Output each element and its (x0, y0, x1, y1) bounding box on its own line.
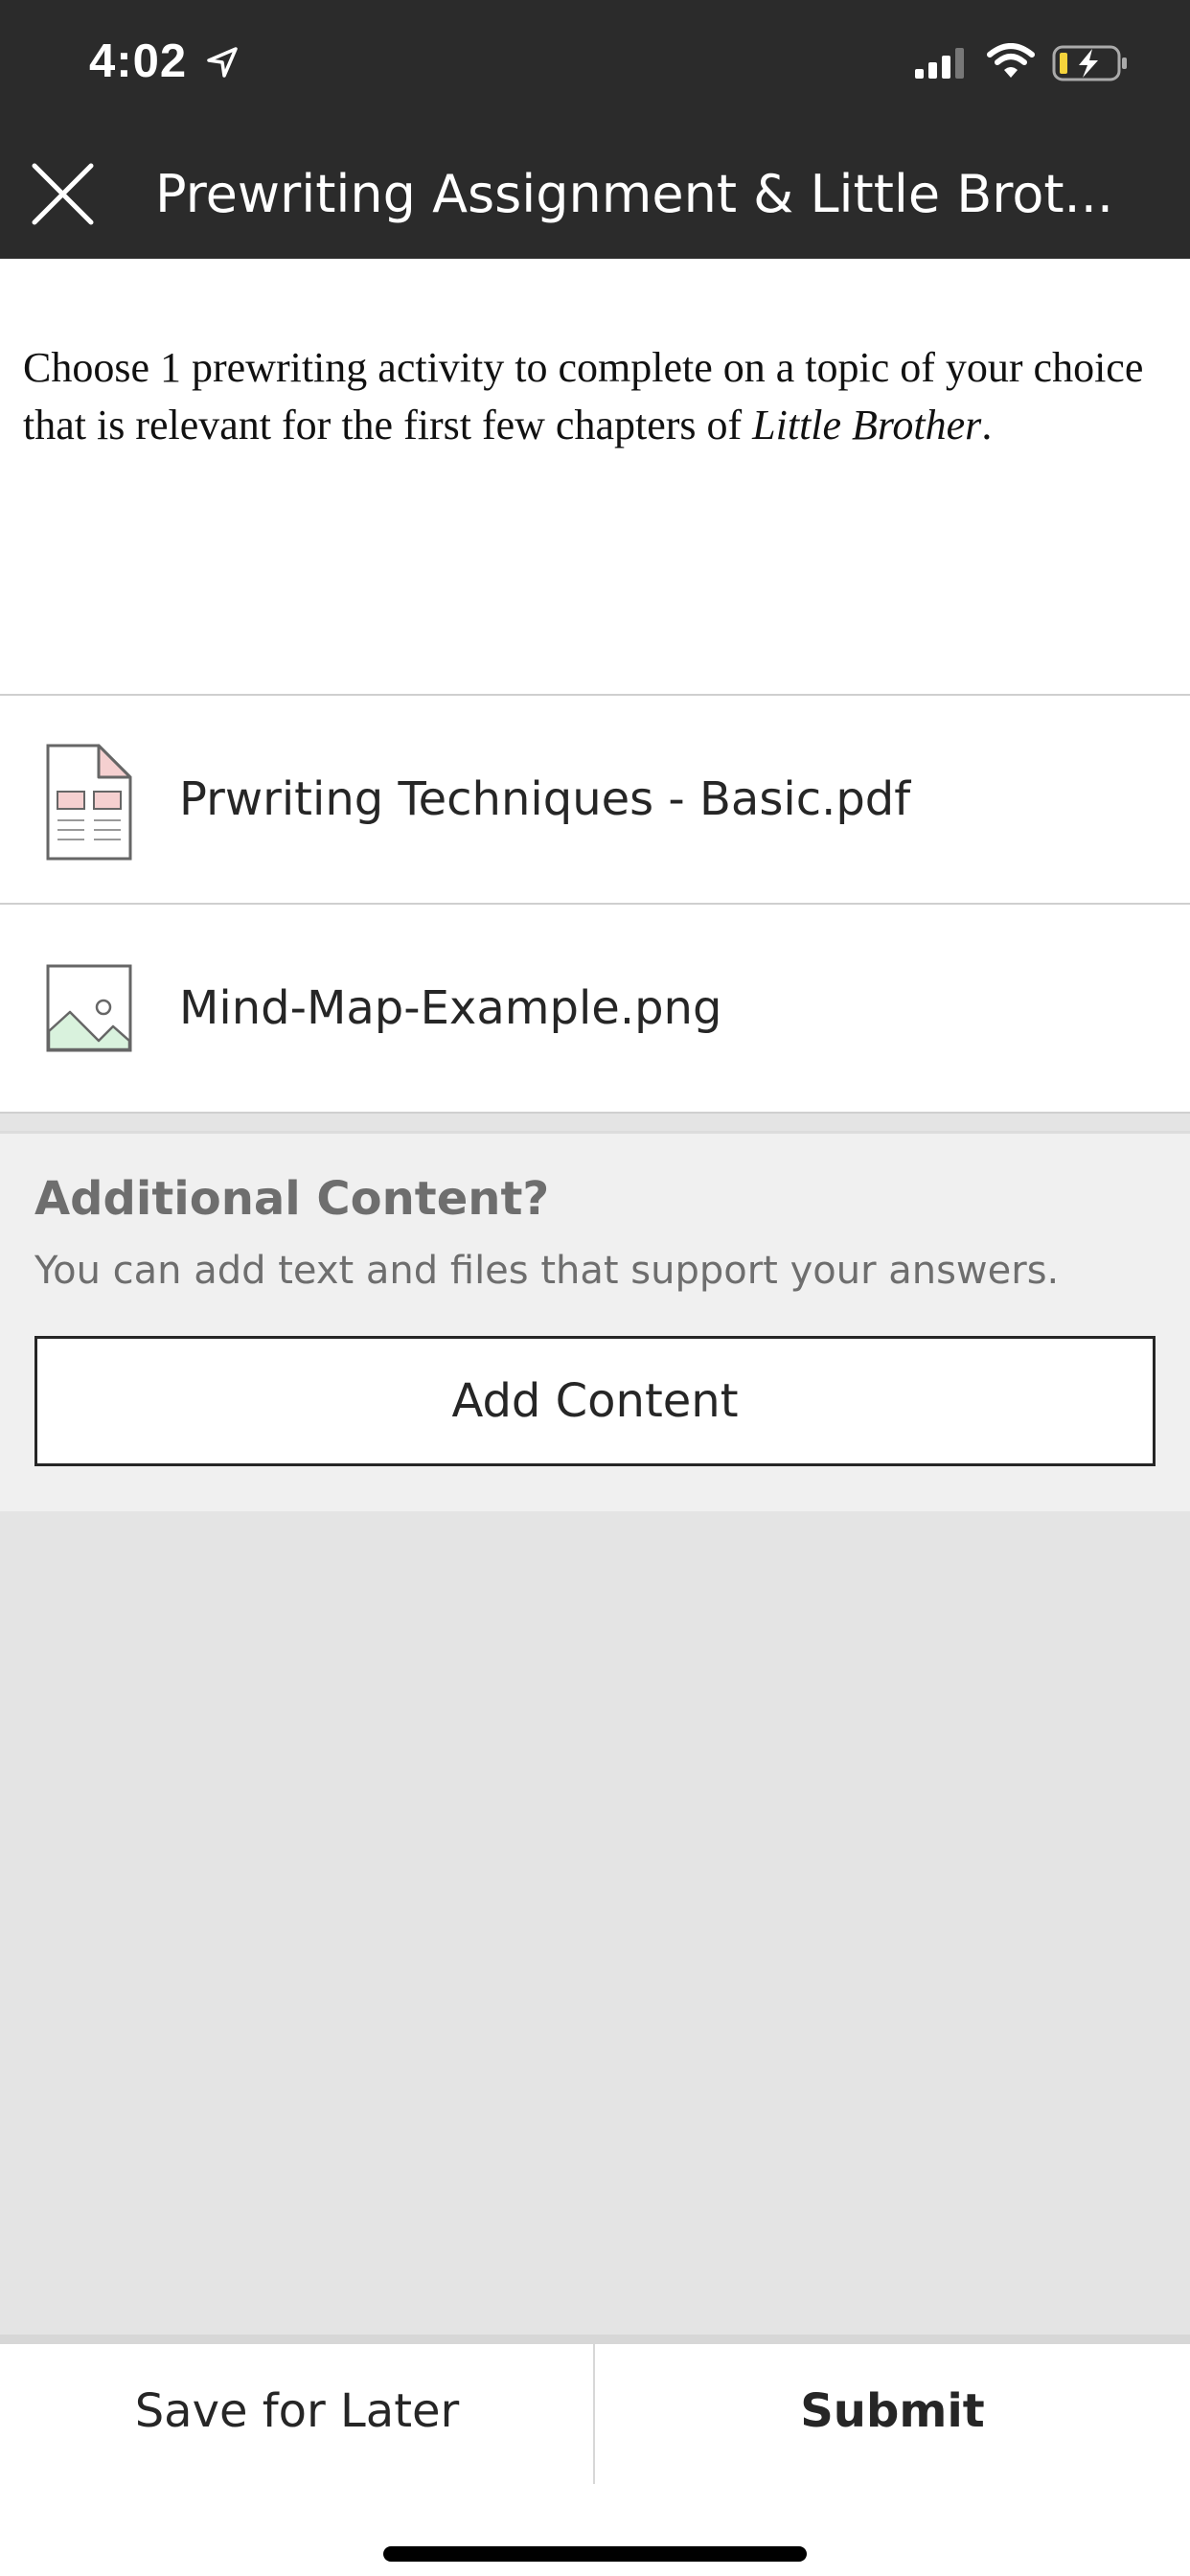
attachment-row-image[interactable]: Mind-Map-Example.png (0, 905, 1190, 1114)
status-bar: 4:02 (0, 0, 1190, 129)
instructions-text-part2: . (981, 402, 993, 448)
pdf-document-icon (46, 744, 132, 861)
image-file-icon (46, 964, 132, 1052)
book-title: Little Brother (752, 402, 982, 448)
location-arrow-icon (207, 47, 238, 78)
page-title: Prewriting Assignment & Little Brot... (155, 164, 1114, 224)
save-for-later-button[interactable]: Save for Later (0, 2344, 594, 2478)
cellular-signal-icon (915, 48, 964, 79)
assignment-instructions: Choose 1 prewriting activity to complete… (0, 259, 1190, 696)
status-time: 4:02 (89, 35, 188, 87)
attachment-row-pdf[interactable]: Prwriting Techniques - Basic.pdf (0, 696, 1190, 905)
attachment-name[interactable]: Mind-Map-Example.png (179, 905, 721, 1112)
battery-charging-icon (1052, 45, 1127, 81)
additional-content-heading: Additional Content? (34, 1172, 550, 1226)
wifi-icon (987, 43, 1035, 78)
nav-bar: Prewriting Assignment & Little Brot... (0, 129, 1190, 259)
bottom-action-bar: Save for Later Submit (0, 2334, 1190, 2576)
additional-content-description: You can add text and files that support … (34, 1249, 1060, 1293)
additional-content-section: Additional Content? You can add text and… (0, 1131, 1190, 1511)
close-icon[interactable] (27, 158, 99, 230)
attachment-name[interactable]: Prwriting Techniques - Basic.pdf (179, 696, 910, 903)
submit-button[interactable]: Submit (595, 2344, 1190, 2478)
home-indicator[interactable] (383, 2546, 807, 2562)
add-content-button[interactable]: Add Content (34, 1336, 1156, 1466)
instructions-text: Choose 1 prewriting activity to complete… (23, 339, 1163, 454)
